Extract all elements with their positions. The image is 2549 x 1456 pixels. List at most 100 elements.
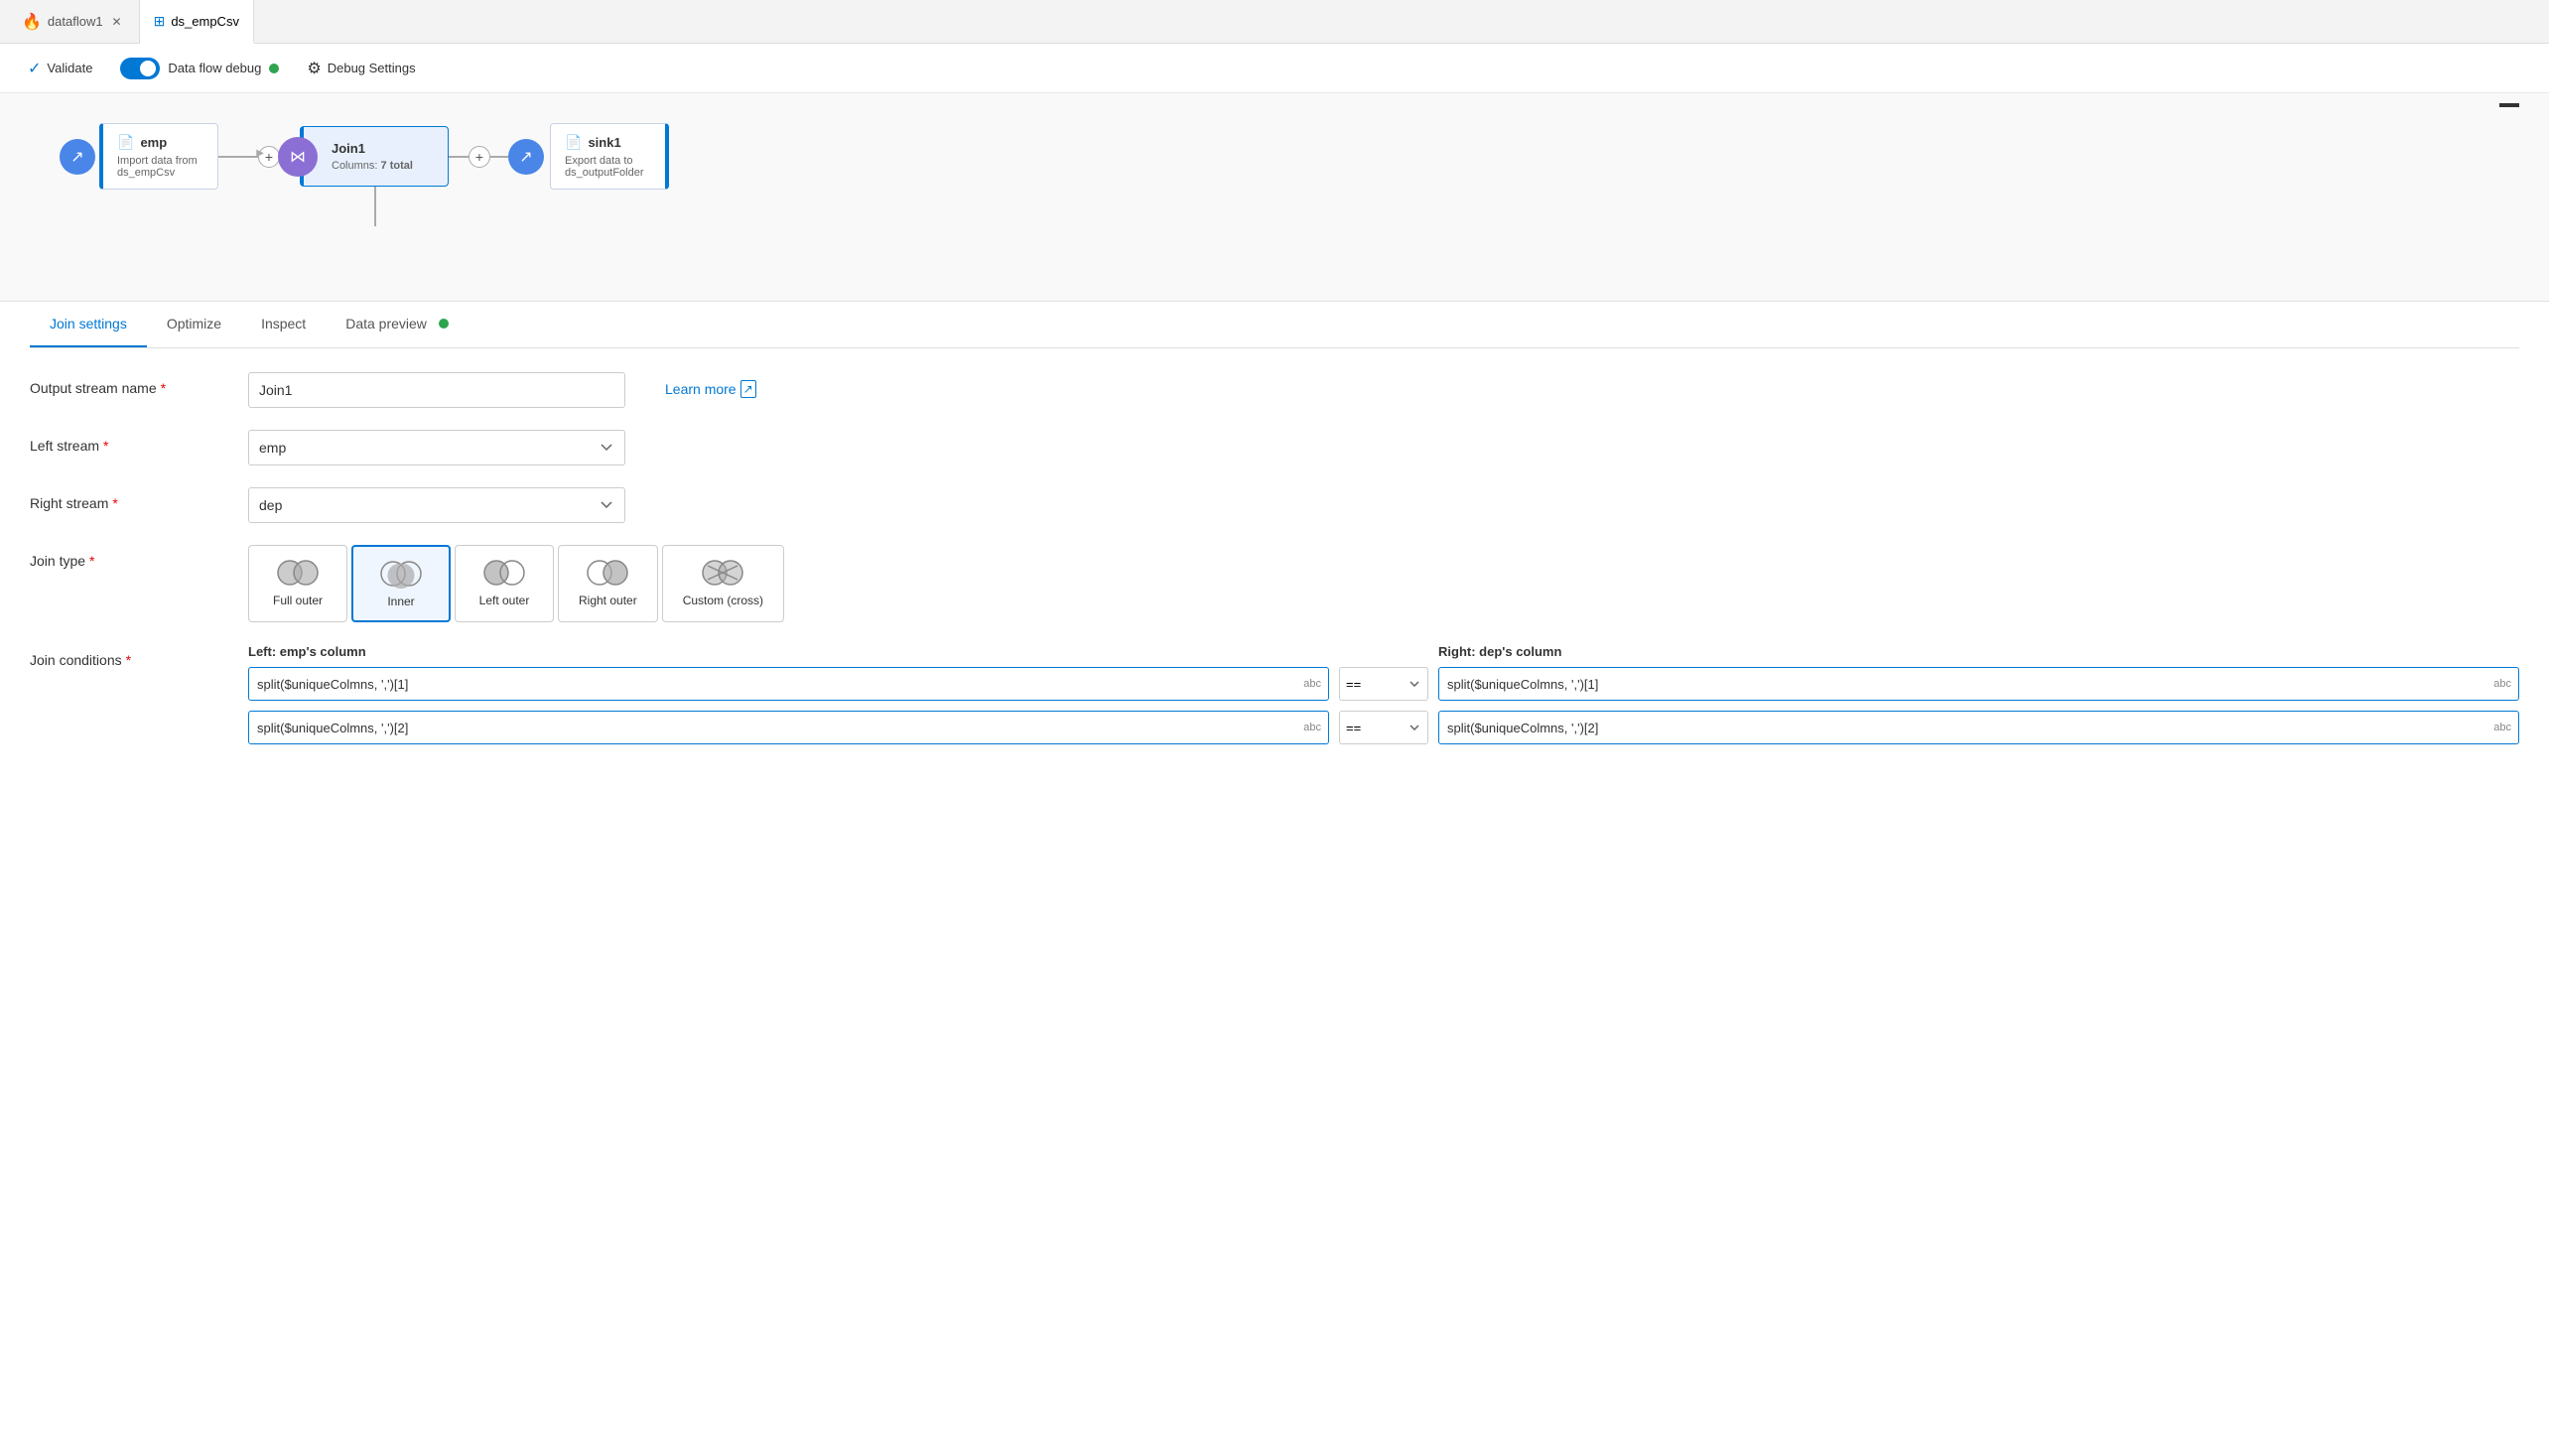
right-outer-icon: [583, 558, 632, 588]
right-condition-2: abc: [1438, 711, 2519, 744]
output-stream-label: Output stream name *: [30, 372, 228, 396]
conditions-headers: Left: emp's column Right: dep's column: [248, 644, 2519, 659]
sink1-wrapper: ↗ 📄 sink1 Export data to ds_outputFolder: [530, 123, 669, 190]
tab-join-settings[interactable]: Join settings: [30, 302, 147, 347]
join-type-label: Join type *: [30, 545, 228, 569]
emp-node-subtitle: Import data from ds_empCsv: [117, 155, 203, 179]
operator-select-2[interactable]: == !=: [1339, 711, 1428, 744]
left-stream-select[interactable]: emp dep: [248, 430, 625, 465]
emp-node-title: 📄 emp: [117, 134, 203, 151]
condition-row-1: abc == != abc: [248, 667, 2519, 701]
join-type-left-outer[interactable]: Left outer: [455, 545, 554, 622]
full-outer-label: Full outer: [273, 594, 323, 607]
minimize-button[interactable]: [2499, 103, 2519, 107]
left-outer-icon: [479, 558, 529, 588]
join1-node[interactable]: Join1 Columns: 7 total: [300, 126, 449, 187]
inner-label: Inner: [387, 595, 414, 608]
toolbar: ✓ Validate Data flow debug ⚙ Debug Setti…: [0, 44, 2549, 93]
left-stream-required: *: [103, 438, 108, 454]
tab-dataflow1-label: dataflow1: [48, 14, 103, 29]
left-condition-2: abc: [248, 711, 1329, 744]
sink1-node[interactable]: 📄 sink1 Export data to ds_outputFolder: [550, 123, 669, 190]
debug-toggle[interactable]: [120, 58, 160, 79]
external-link-icon: ↗: [740, 380, 756, 398]
join-type-row: Join type * Full outer: [30, 545, 2519, 622]
join-type-inner[interactable]: Inner: [351, 545, 451, 622]
settings-panel: Join settings Optimize Inspect Data prev…: [0, 302, 2549, 800]
tab-ds-empcSv[interactable]: ⊞ ds_empCsv: [140, 0, 254, 44]
tab-dataflow1[interactable]: 🔥 dataflow1 ✕: [8, 0, 140, 44]
join-type-required: *: [89, 553, 94, 569]
vertical-connector: [374, 187, 376, 226]
sink1-icon: ↗: [508, 139, 544, 175]
custom-cross-icon: [698, 558, 747, 588]
left-outer-label: Left outer: [479, 594, 530, 607]
custom-cross-label: Custom (cross): [683, 594, 763, 607]
arrow-1: ▶: [218, 156, 258, 158]
sink1-subtitle: Export data to ds_outputFolder: [565, 155, 651, 179]
tab-bar: 🔥 dataflow1 ✕ ⊞ ds_empCsv: [0, 0, 2549, 44]
arrow-2a: [449, 156, 469, 158]
add-node-btn-2[interactable]: +: [469, 146, 490, 168]
tab-inspect[interactable]: Inspect: [241, 302, 326, 347]
tab-dataflow1-close[interactable]: ✕: [109, 14, 125, 30]
left-condition-input-2[interactable]: [248, 711, 1329, 744]
sink1-doc-icon: 📄: [565, 134, 582, 151]
data-preview-dot: [439, 319, 449, 329]
right-stream-select[interactable]: emp dep: [248, 487, 625, 523]
debug-settings-button[interactable]: ⚙ Debug Settings: [299, 55, 423, 82]
tab-data-preview[interactable]: Data preview: [326, 302, 469, 347]
output-stream-row: Output stream name * Learn more ↗: [30, 372, 2519, 408]
join-type-options: Full outer Inner: [248, 545, 784, 622]
table-icon: ⊞: [154, 13, 166, 30]
join-conditions-content: Left: emp's column Right: dep's column a…: [248, 644, 2519, 754]
operator-select-1[interactable]: == !=: [1339, 667, 1428, 701]
join-conditions-row: Join conditions * Left: emp's column Rig…: [30, 644, 2519, 754]
right-stream-label: Right stream *: [30, 487, 228, 511]
operator-header: [1339, 644, 1428, 659]
emp-source-icon: ↗: [60, 139, 95, 175]
validate-button[interactable]: ✓ Validate: [20, 55, 100, 82]
join-type-right-outer[interactable]: Right outer: [558, 545, 658, 622]
tab-optimize-label: Optimize: [167, 316, 221, 331]
left-stream-row: Left stream * emp dep: [30, 430, 2519, 465]
inner-icon: [376, 559, 426, 589]
right-col-header: Right: dep's column: [1438, 644, 2519, 659]
settings-tabs: Join settings Optimize Inspect Data prev…: [30, 302, 2519, 348]
emp-doc-icon: 📄: [117, 134, 134, 151]
tab-ds-empcSv-label: ds_empCsv: [171, 14, 239, 29]
right-outer-label: Right outer: [579, 594, 637, 607]
join1-title: Join1: [332, 141, 428, 156]
tab-inspect-label: Inspect: [261, 316, 306, 331]
right-stream-row: Right stream * emp dep: [30, 487, 2519, 523]
flow-container: ↗ 📄 emp Import data from ds_empCsv ▶ +: [79, 123, 2529, 190]
right-condition-input-1[interactable]: [1438, 667, 2519, 701]
left-col-header: Left: emp's column: [248, 644, 1329, 659]
join-conditions-required: *: [126, 652, 131, 668]
left-stream-label: Left stream *: [30, 430, 228, 454]
check-icon: ✓: [28, 59, 41, 78]
learn-more-link[interactable]: Learn more ↗: [665, 372, 756, 398]
output-stream-input[interactable]: [248, 372, 625, 408]
debug-toggle-group: Data flow debug: [120, 58, 279, 79]
canvas-area: ↗ 📄 emp Import data from ds_empCsv ▶ +: [0, 93, 2549, 302]
join1-wrapper: ⋈ Join1 Columns: 7 total: [300, 126, 449, 187]
join-conditions-label: Join conditions *: [30, 644, 228, 668]
debug-status-dot: [269, 64, 279, 73]
right-condition-input-2[interactable]: [1438, 711, 2519, 744]
full-outer-icon: [273, 558, 323, 588]
join-type-custom-cross[interactable]: Custom (cross): [662, 545, 784, 622]
debug-settings-icon: ⚙: [307, 59, 321, 78]
debug-settings-label: Debug Settings: [328, 61, 416, 75]
join-type-full-outer[interactable]: Full outer: [248, 545, 347, 622]
tab-data-preview-label: Data preview: [345, 316, 427, 331]
tab-optimize[interactable]: Optimize: [147, 302, 241, 347]
dataflow-icon: 🔥: [22, 12, 42, 32]
join1-columns: Columns: 7 total: [332, 160, 428, 172]
emp-node[interactable]: 📄 emp Import data from ds_empCsv: [99, 123, 218, 190]
debug-label: Data flow debug: [168, 61, 261, 75]
output-stream-required: *: [161, 380, 166, 396]
left-condition-input-1[interactable]: [248, 667, 1329, 701]
right-stream-required: *: [112, 495, 117, 511]
join1-icon: ⋈: [278, 137, 318, 177]
